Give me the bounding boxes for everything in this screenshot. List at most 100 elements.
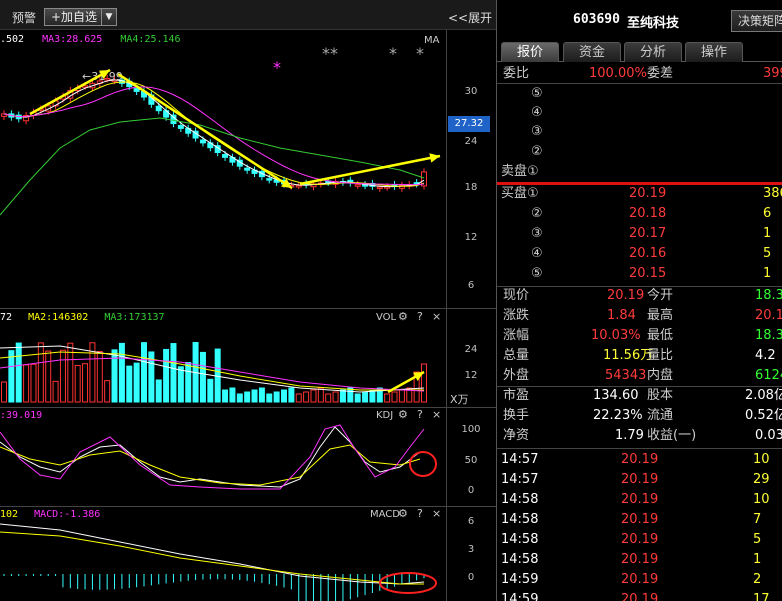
- volume-bar: [362, 391, 369, 403]
- add-to-watchlist-button[interactable]: +加自选: [44, 8, 105, 26]
- stat-row[interactable]: 外盘 54343内盘 6124: [497, 366, 782, 386]
- vol-axis-label: 12: [464, 370, 478, 381]
- tick-row[interactable]: 14:59 20.19 17: [497, 590, 782, 601]
- buy-level-5[interactable]: ⑤ 20.15 1: [497, 264, 782, 284]
- volume-bar: [339, 389, 346, 403]
- decision-matrix-button[interactable]: 决策矩阵: [731, 10, 782, 32]
- bid-volume: 1: [763, 266, 772, 281]
- volume-chart[interactable]: [0, 308, 446, 407]
- tick-volume: 2: [753, 572, 762, 587]
- tick-time: 14:58: [501, 512, 539, 527]
- level-label: ③: [531, 124, 543, 139]
- fundamental-label: 收益(一): [647, 428, 697, 443]
- volume-bar: [281, 389, 287, 403]
- stat-row[interactable]: 现价 20.19 今开 18.3: [497, 286, 782, 306]
- tick-price: 20.19: [621, 592, 659, 601]
- volume-bar: [295, 393, 302, 403]
- macd-axis-label: 0: [467, 572, 475, 583]
- buy-level-4[interactable]: ④ 20.16 5: [497, 244, 782, 264]
- buy-level-2[interactable]: ② 20.18 6: [497, 204, 782, 224]
- volume-bar: [222, 389, 229, 403]
- tick-volume: 29: [753, 472, 770, 487]
- stat-label: 现价: [503, 288, 530, 303]
- sell-level-3[interactable]: ③: [497, 122, 782, 142]
- volume-bar: [266, 393, 273, 403]
- tab-operation[interactable]: 操作: [685, 42, 743, 62]
- sell-level-4[interactable]: ④: [497, 103, 782, 123]
- fundamental-row[interactable]: 换手 22.23% 流通 0.52亿: [497, 406, 782, 426]
- sell-level-1[interactable]: 卖盘①: [497, 162, 782, 182]
- tick-volume: 10: [753, 492, 770, 507]
- level-label: 卖盘①: [501, 164, 539, 179]
- stat-value: 6124: [755, 368, 782, 383]
- candlestick-chart[interactable]: [0, 30, 446, 308]
- tick-row[interactable]: 14:58 20.19 1: [497, 550, 782, 570]
- stat-row[interactable]: 涨跌 1.84 最高 20.1: [497, 306, 782, 326]
- buy-level-1[interactable]: 买盘① 20.19 386: [497, 184, 782, 204]
- stock-code: 603690: [573, 12, 620, 27]
- stat-label: 涨跌: [503, 308, 530, 323]
- volume-bar: [133, 362, 140, 403]
- bid-price: 20.15: [629, 266, 667, 281]
- tick-row[interactable]: 14:57 20.19 29: [497, 470, 782, 490]
- tick-time: 14:57: [501, 452, 539, 467]
- alert-button[interactable]: 预警: [12, 9, 36, 26]
- buy-level-3[interactable]: ③ 20.17 1: [497, 224, 782, 244]
- macd-axis-label: 3: [467, 544, 475, 555]
- tick-row[interactable]: 14:57 20.19 10: [497, 450, 782, 470]
- tick-time: 14:58: [501, 492, 539, 507]
- tick-row[interactable]: 14:58 20.19 7: [497, 510, 782, 530]
- volume-bar: [391, 391, 398, 403]
- tick-row[interactable]: 14:59 20.19 2: [497, 570, 782, 590]
- level-label: 买盘①: [501, 186, 539, 201]
- trend-arrow: [117, 72, 293, 190]
- volume-bar: [1, 381, 7, 403]
- tick-row[interactable]: 14:58 20.19 5: [497, 530, 782, 550]
- chevron-down-icon[interactable]: ▼: [101, 8, 117, 26]
- committee-ratio-label: 委比: [503, 66, 530, 81]
- volume-bar: [52, 380, 59, 403]
- committee-diff-label: 委差: [647, 66, 674, 81]
- fundamental-row[interactable]: 净资 1.79 收益(一) 0.03: [497, 426, 782, 446]
- kdj-chart[interactable]: [0, 407, 446, 506]
- candle-body: [266, 178, 273, 181]
- volume-bar: [251, 389, 258, 403]
- tick-volume: 1: [753, 552, 762, 567]
- sell-level-2[interactable]: ②: [497, 142, 782, 162]
- fundamental-row[interactable]: 市盈 134.60 股本 2.08亿: [497, 386, 782, 406]
- fundamental-value: 1.79: [615, 428, 644, 443]
- tab-analysis[interactable]: 分析: [624, 42, 682, 62]
- candle-body: [155, 105, 162, 112]
- sell-level-5[interactable]: ⑤: [497, 84, 782, 104]
- tick-time: 14:58: [501, 552, 539, 567]
- volume-bar: [82, 363, 89, 403]
- tick-time: 14:59: [501, 592, 539, 601]
- stat-label: 最高: [647, 308, 674, 323]
- level-label: ⑤: [531, 266, 543, 281]
- chart-area[interactable]: 预警 +加自选 ▼ <<展开 .502 MA3:28.625 MA4:25.14…: [0, 0, 496, 601]
- volume-bar: [185, 362, 192, 403]
- tick-volume: 10: [753, 452, 770, 467]
- volume-bar: [74, 365, 81, 403]
- bid-volume: 6: [763, 206, 772, 221]
- level-label: ④: [531, 105, 543, 120]
- tick-volume: 5: [753, 532, 762, 547]
- candle-body: [199, 139, 206, 144]
- tick-row[interactable]: 14:58 20.19 10: [497, 490, 782, 510]
- price-axis-label: 18: [464, 182, 478, 193]
- volume-bar: [104, 380, 111, 403]
- vol-axis-label: 24: [464, 344, 478, 355]
- level-label: ③: [531, 226, 543, 241]
- macd-chart[interactable]: [0, 506, 446, 601]
- stat-row[interactable]: 涨幅 10.03% 最低 18.3: [497, 326, 782, 346]
- volume-bar: [325, 393, 332, 403]
- volume-bar: [229, 387, 236, 403]
- fundamental-value: 2.08亿: [745, 388, 782, 403]
- tab-quote[interactable]: 报价: [501, 42, 559, 62]
- kdj-axis-label: 0: [467, 485, 475, 496]
- stat-row[interactable]: 总量 11.56万 量比 4.2: [497, 346, 782, 366]
- volume-bar: [303, 391, 310, 403]
- tab-capital[interactable]: 资金: [563, 42, 621, 62]
- tick-price: 20.19: [621, 532, 659, 547]
- expand-button[interactable]: <<展开: [448, 9, 492, 26]
